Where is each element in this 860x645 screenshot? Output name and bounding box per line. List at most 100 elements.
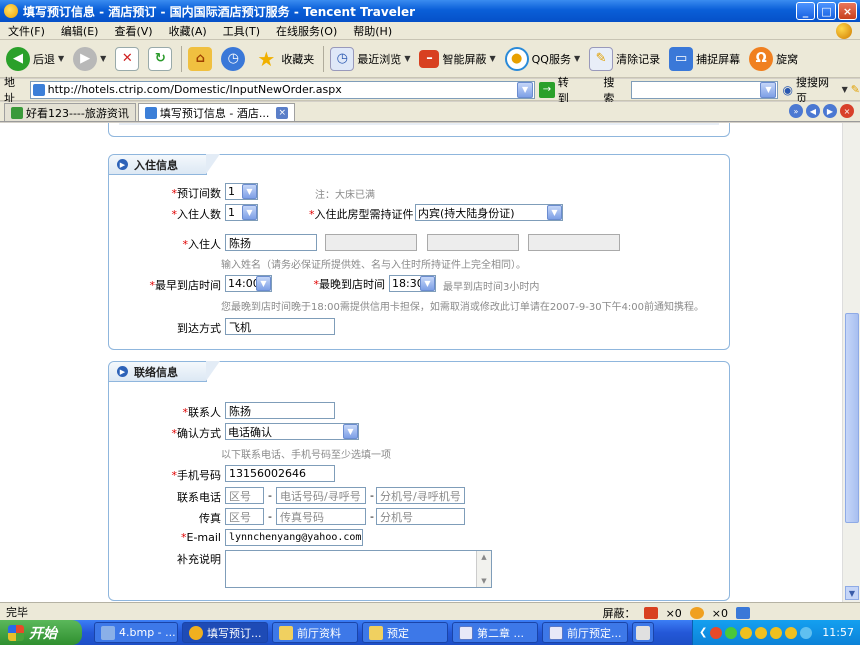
forward-dropdown-icon[interactable]: ▼ [100, 54, 106, 63]
page-scrollbar[interactable]: ▼ [842, 123, 860, 602]
menu-online-service[interactable]: 在线服务(O) [276, 23, 337, 39]
toolbar: ◀ 后退 ▼ ▶ ▼ ✕ ↻ ⌂ ◷ ★ 收藏夹 ◷ 最近浏览 ▼ – 智能屏蔽… [0, 40, 860, 78]
refresh-button[interactable]: ↻ [148, 46, 173, 71]
tab-prev-icon[interactable]: ◀ [806, 104, 820, 118]
guests-select[interactable]: 1 ▼ [225, 204, 258, 221]
transport-input[interactable]: 飞机 [225, 318, 335, 335]
fax-number-input[interactable]: 传真号码 [276, 508, 366, 525]
qq-dropdown-icon[interactable]: ▼ [574, 54, 580, 63]
fax-label: 传真 [199, 512, 221, 525]
mobile-input[interactable]: 13156002646 [225, 465, 335, 482]
task-folder-booking[interactable]: 预定 [362, 622, 448, 643]
checkin-section-header: ▶ 入住信息 [109, 154, 220, 175]
qq-tray-icon[interactable] [740, 626, 753, 639]
qq-service-button[interactable]: ● QQ服务 ▼ [504, 46, 580, 71]
xuanwo-button[interactable]: Ω 旋窝 [749, 46, 798, 71]
recent-button[interactable]: ◷ 最近浏览 ▼ [330, 46, 410, 71]
tray-expand-icon[interactable]: ❮ [699, 627, 707, 638]
menu-help[interactable]: 帮助(H) [353, 23, 392, 39]
guest-name-input-4[interactable] [528, 234, 620, 251]
scrollbar-thumb[interactable] [845, 313, 859, 523]
close-button[interactable]: × [838, 2, 857, 20]
word-icon [459, 625, 473, 640]
capture-screen-button[interactable]: ▭ 捕捉屏幕 [669, 46, 740, 71]
tab-list-icon[interactable]: » [789, 104, 803, 118]
fax-area-input[interactable]: 区号 [225, 508, 264, 525]
remarks-textarea[interactable]: ▲ ▼ [225, 550, 492, 588]
home-button[interactable]: ⌂ [188, 46, 213, 71]
pen-icon[interactable]: ✎ [851, 83, 860, 96]
start-button[interactable]: 开始 [0, 620, 82, 645]
search-dropdown-icon[interactable]: ▼ [760, 81, 777, 98]
tab-next-icon[interactable]: ▶ [823, 104, 837, 118]
phone-label: 联系电话 [177, 491, 221, 504]
back-arrow-icon: ◀ [6, 46, 30, 71]
tray-app-icon[interactable] [710, 626, 723, 639]
latest-time-select[interactable]: 18:30 ▼ [389, 275, 436, 292]
history-button[interactable]: ◷ [221, 46, 246, 71]
menu-tools[interactable]: 工具(T) [223, 23, 260, 39]
tab-travel-news[interactable]: 好看123----旅游资讯 [4, 103, 136, 121]
task-more[interactable] [632, 622, 654, 643]
id-type-select[interactable]: 内宾(持大陆身份证) ▼ [415, 204, 563, 221]
remarks-scrollbar[interactable]: ▲ ▼ [476, 551, 491, 587]
tray-app-icon[interactable] [725, 626, 738, 639]
transport-label: 到达方式 [177, 322, 221, 335]
phone-number-input[interactable]: 电话号码/寻呼号 [276, 487, 366, 504]
close-all-tabs-icon[interactable]: × [840, 104, 854, 118]
monitor-icon[interactable] [736, 607, 750, 619]
menu-view[interactable]: 查看(V) [114, 23, 152, 39]
smart-screen-dropdown-icon[interactable]: ▼ [489, 54, 495, 63]
maximize-button[interactable]: □ [817, 2, 836, 20]
earliest-time-select[interactable]: 14:00 ▼ [225, 275, 272, 292]
url-input[interactable]: http://hotels.ctrip.com/Domestic/InputNe… [29, 80, 536, 99]
tab-close-icon[interactable]: × [276, 106, 289, 119]
ad-block-icon[interactable] [689, 607, 704, 619]
chevron-down-icon: ▼ [420, 276, 435, 291]
contact-section-header: ▶ 联络信息 [109, 361, 220, 382]
scroll-down-icon[interactable]: ▼ [845, 586, 859, 600]
favorites-button[interactable]: ★ 收藏夹 [254, 47, 314, 71]
guest-name-input-3[interactable] [427, 234, 519, 251]
scroll-down-icon[interactable]: ▼ [478, 575, 490, 587]
tab-order-form[interactable]: 填写预订信息 - 酒店... × [137, 103, 296, 121]
task-folder-front-desk[interactable]: 前厅资料 [272, 622, 358, 643]
guest-name-input-2[interactable] [325, 234, 417, 251]
search-input[interactable]: ▼ [630, 80, 779, 99]
back-dropdown-icon[interactable]: ▼ [58, 54, 64, 63]
confirm-method-select[interactable]: 电话确认 ▼ [225, 423, 359, 440]
app-icon [636, 625, 650, 640]
guest-name-input[interactable]: 陈扬 [225, 234, 317, 251]
qq-tray-icon[interactable] [785, 626, 798, 639]
menu-file[interactable]: 文件(F) [8, 23, 45, 39]
email-input[interactable]: lynnchenyang@yahoo.com.cn [225, 529, 363, 546]
go-button[interactable]: → 转到 [539, 74, 579, 106]
back-button[interactable]: ◀ 后退 ▼ [6, 46, 64, 71]
qq-tray-icon[interactable] [755, 626, 768, 639]
menu-favorites[interactable]: 收藏(A) [169, 23, 207, 39]
forward-button[interactable]: ▶ ▼ [73, 46, 106, 71]
contact-name-input[interactable]: 陈扬 [225, 402, 335, 419]
recent-dropdown-icon[interactable]: ▼ [404, 54, 410, 63]
sogou-search-button[interactable]: ◉ 搜搜网页 ▼ ✎ [782, 74, 860, 106]
clear-history-button[interactable]: ✎ 清除记录 [589, 46, 660, 71]
stop-button[interactable]: ✕ [115, 46, 140, 71]
sogou-dropdown-icon[interactable]: ▼ [842, 85, 848, 94]
task-bmp[interactable]: 4.bmp - ... [94, 622, 178, 643]
qq-tray-icon[interactable] [770, 626, 783, 639]
menu-edit[interactable]: 编辑(E) [61, 23, 99, 39]
popup-block-icon[interactable] [643, 607, 658, 619]
network-icon[interactable] [800, 626, 813, 639]
scroll-up-icon[interactable]: ▲ [478, 551, 490, 563]
smart-screen-button[interactable]: – 智能屏蔽 ▼ [419, 49, 496, 68]
url-dropdown-icon[interactable]: ▼ [517, 81, 534, 98]
task-word-chapter2[interactable]: 第二章 ... [452, 622, 538, 643]
task-front-booking[interactable]: 前厅预定... [542, 622, 628, 643]
minimize-button[interactable]: _ [796, 2, 815, 20]
shield-label: 屏蔽： [602, 607, 636, 620]
phone-area-input[interactable]: 区号 [225, 487, 264, 504]
rooms-select[interactable]: 1 ▼ [225, 183, 258, 200]
phone-ext-input[interactable]: 分机号/寻呼机号 [376, 487, 465, 504]
fax-ext-input[interactable]: 分机号 [376, 508, 465, 525]
task-browser[interactable]: 填写预订... [182, 622, 268, 643]
